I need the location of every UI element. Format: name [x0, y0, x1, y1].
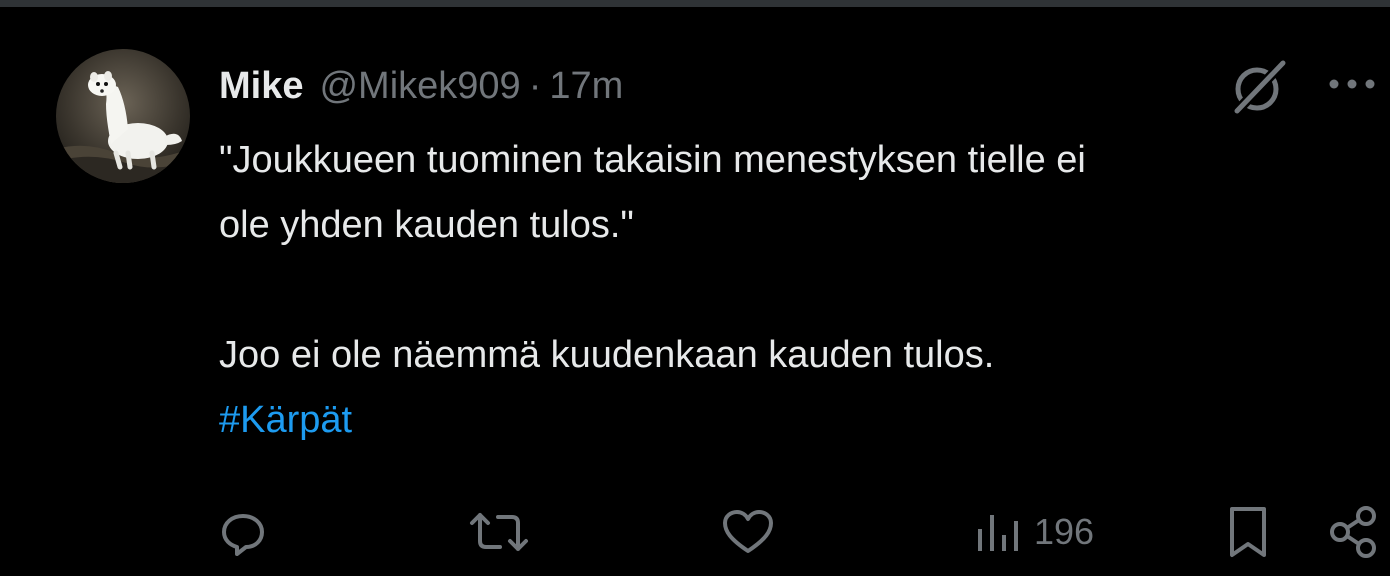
retweet-icon [470, 513, 528, 551]
reply-button[interactable] [218, 502, 268, 562]
share-icon [1330, 506, 1376, 558]
more-dots-icon[interactable] [1322, 66, 1382, 102]
author-display-name[interactable]: Mike [219, 65, 303, 108]
views-count: 196 [1034, 511, 1095, 552]
tweet-text: "Joukkueen tuominen takaisin menestyksen… [219, 128, 1390, 453]
retweet-button[interactable] [466, 502, 532, 562]
tweet-header: Mike @Mikek909 · 17m [219, 61, 623, 111]
top-divider [0, 0, 1390, 7]
separator-dot: · [528, 64, 542, 107]
heart-icon [723, 510, 773, 553]
views-button[interactable]: 196 [974, 502, 1094, 562]
reply-icon [222, 514, 264, 556]
tweet-timestamp[interactable]: 17m [549, 65, 623, 108]
like-button[interactable] [720, 502, 776, 562]
views-bar-chart-icon [978, 515, 1018, 551]
bookmark-icon [1230, 507, 1266, 557]
bookmark-button[interactable] [1224, 502, 1272, 562]
avatar[interactable] [56, 49, 190, 183]
author-handle[interactable]: @Mikek909 [319, 65, 520, 108]
share-button[interactable] [1328, 502, 1384, 562]
hashtag-link[interactable]: #Kärpät [219, 399, 352, 441]
grok-icon[interactable] [1227, 53, 1293, 119]
tweet-text-line: ole yhden kauden tulos." [219, 204, 634, 246]
tweet-text-line: "Joukkueen tuominen takaisin menestyksen… [219, 139, 1086, 181]
tweet-text-line: Joo ei ole näemmä kuudenkaan kauden tulo… [219, 334, 995, 376]
ermine-avatar-image [56, 49, 190, 183]
tweet-page: Mike @Mikek909 · 17m "Joukkueen tuominen… [0, 0, 1390, 576]
